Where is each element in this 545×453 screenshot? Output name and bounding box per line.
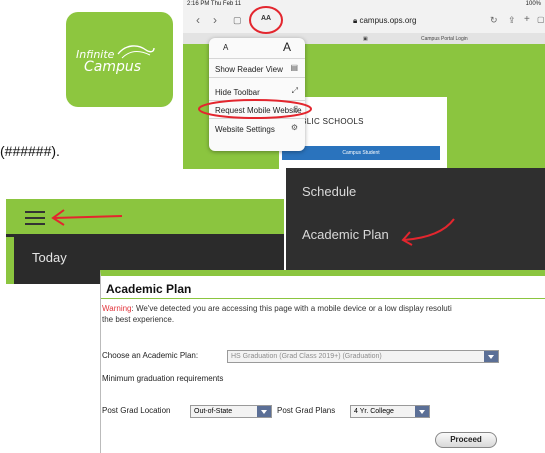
logo-text-line2: Campus bbox=[84, 59, 142, 75]
post-grad-location-value: Out-of-State bbox=[194, 408, 233, 415]
academic-plan-panel: Academic Plan Warning: We've detected yo… bbox=[100, 270, 545, 453]
chevron-down-icon bbox=[415, 406, 429, 417]
title-divider bbox=[101, 298, 545, 299]
request-mobile-circle-annotation bbox=[198, 99, 312, 119]
warning-text-2: the best experience. bbox=[102, 315, 175, 324]
red-annotations bbox=[198, 6, 312, 119]
aa-circle-annotation bbox=[249, 6, 283, 34]
proceed-button[interactable]: Proceed bbox=[435, 432, 497, 448]
post-grad-plans-label: Post Grad Plans bbox=[277, 406, 336, 415]
infinite-campus-logo: Infinite Campus bbox=[66, 12, 173, 107]
green-header bbox=[6, 199, 284, 234]
warning-message: Warning: We've detected you are accessin… bbox=[102, 304, 452, 313]
red-arrow-annotation bbox=[51, 209, 123, 226]
nav-menu-screenshot: Schedule Academic Plan bbox=[286, 168, 545, 279]
academic-plan-select-value: HS Graduation (Grad Class 2019+) (Gradua… bbox=[231, 353, 382, 360]
choose-plan-label: Choose an Academic Plan: bbox=[102, 351, 199, 360]
post-grad-plans-value: 4 Yr. College bbox=[354, 408, 394, 415]
hamburger-menu-icon[interactable] bbox=[25, 211, 45, 225]
post-grad-location-label: Post Grad Location bbox=[102, 406, 171, 415]
green-left-border bbox=[6, 237, 14, 284]
ipad-safari-screenshot: 2:16 PM Thu Feb 11 100% ‹ › ▢ ↻ ⇪ + ▢ AA… bbox=[183, 0, 545, 169]
placeholder-text: (######). bbox=[0, 143, 60, 159]
logo-swoosh-icon bbox=[117, 45, 155, 59]
today-menu-item[interactable]: Today bbox=[32, 250, 67, 265]
warning-text: : We've detected you are accessing this … bbox=[131, 304, 452, 313]
post-grad-location-select[interactable]: Out-of-State bbox=[190, 405, 272, 418]
min-requirements-label: Minimum graduation requirements bbox=[102, 374, 224, 383]
warning-label: Warning bbox=[102, 304, 132, 313]
menu-item-academic-plan[interactable]: Academic Plan bbox=[302, 227, 389, 242]
menu-item-schedule[interactable]: Schedule bbox=[302, 184, 356, 199]
red-arrow-annotation-2 bbox=[401, 218, 455, 246]
academic-plan-title: Academic Plan bbox=[106, 282, 192, 296]
chevron-down-icon bbox=[257, 406, 271, 417]
post-grad-plans-select[interactable]: 4 Yr. College bbox=[350, 405, 430, 418]
chevron-down-icon bbox=[484, 351, 498, 362]
academic-plan-select[interactable]: HS Graduation (Grad Class 2019+) (Gradua… bbox=[227, 350, 499, 363]
